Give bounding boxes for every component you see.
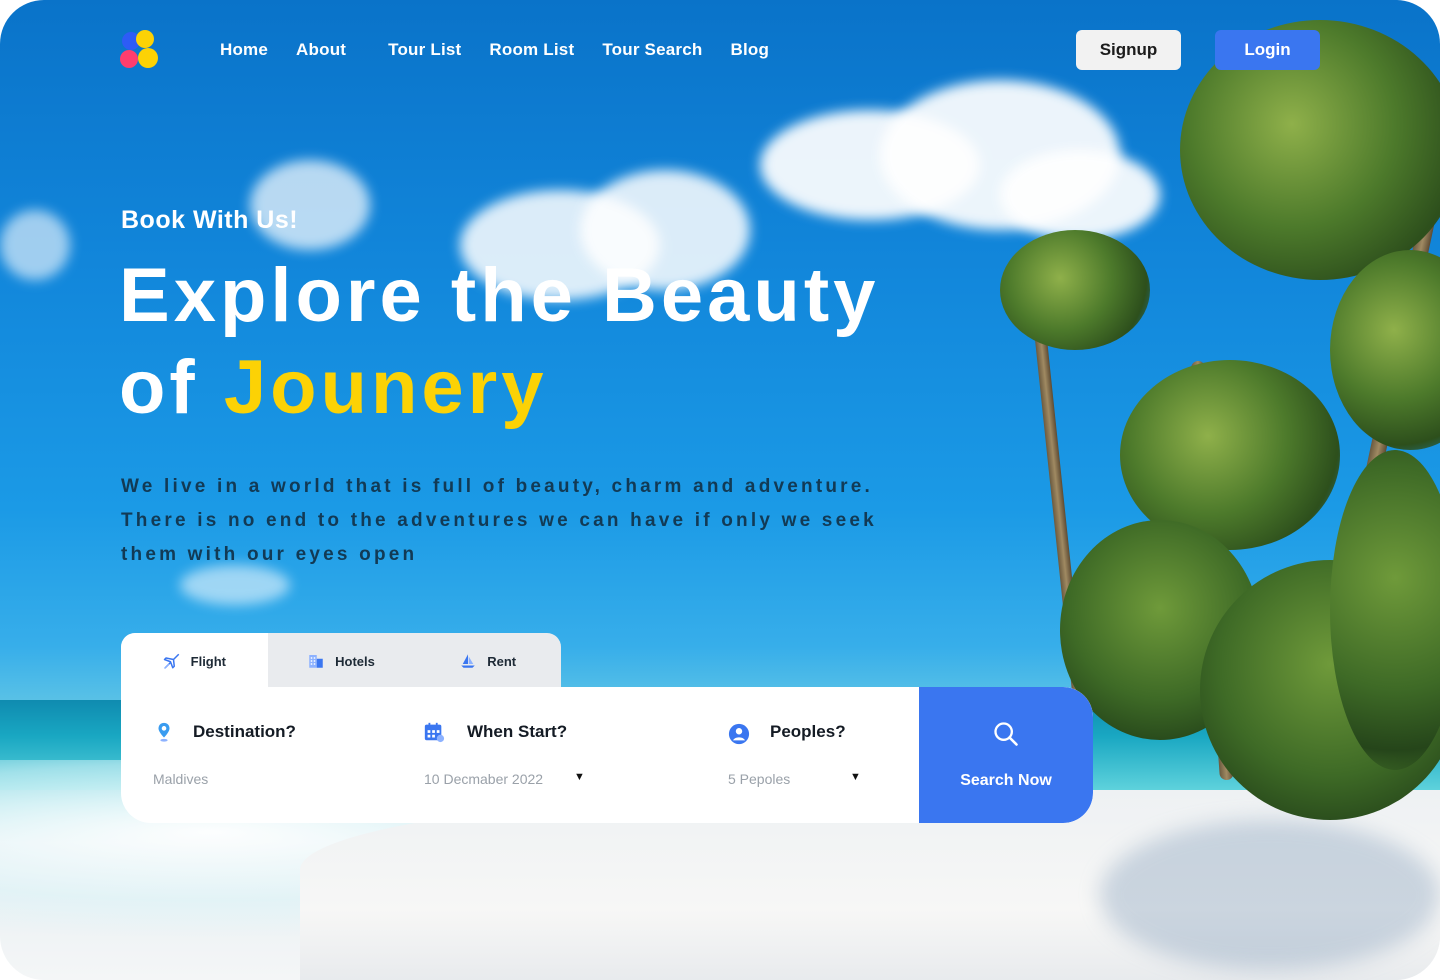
people-field[interactable]: Peoples? 5 Pepoles ▼ (716, 687, 916, 823)
location-pin-icon (158, 722, 170, 742)
start-date-field[interactable]: When Start? 10 Decmaber 2022 ▼ (411, 687, 716, 823)
logo-dot-yellow (138, 48, 158, 68)
headline-line-1: Explore the Beauty (119, 253, 880, 338)
user-icon (728, 723, 750, 745)
tab-hotels[interactable]: Hotels (268, 633, 415, 689)
hero-headline: Explore the Beauty of Jounery (119, 250, 879, 434)
tab-flight[interactable]: Flight (121, 633, 268, 689)
top-navigation: Home About Tour List Room List Tour Sear… (120, 30, 1320, 70)
start-date-label: When Start? (467, 722, 568, 741)
hero-tagline: Book With Us! (121, 206, 299, 234)
headline-line-2: of Jounery (119, 342, 879, 434)
tab-rent-label: Rent (487, 653, 517, 669)
destination-value: Maldives (153, 771, 209, 787)
cloud (1000, 150, 1160, 240)
nav-links: Home About Tour List Room List Tour Sear… (220, 40, 769, 60)
cloud (250, 160, 370, 250)
people-value: 5 Pepoles (728, 771, 791, 787)
nav-link-about[interactable]: About (296, 40, 346, 60)
tab-flight-label: Flight (190, 653, 227, 669)
destination-field[interactable]: Destination? Maldives (121, 687, 411, 823)
calendar-icon (424, 722, 445, 743)
hero-description: We live in a world that is full of beaut… (121, 476, 877, 565)
logo-dot-pink (120, 50, 138, 68)
hotel-icon (309, 655, 323, 668)
chevron-down-icon[interactable]: ▼ (574, 771, 585, 783)
logo-dot-yellow (136, 30, 154, 48)
tab-rent[interactable]: Rent (414, 633, 561, 689)
search-now-label: Search Now (960, 772, 1052, 789)
nav-link-room-list[interactable]: Room List (489, 40, 574, 60)
tab-hotels-label: Hotels (335, 653, 375, 669)
nav-link-tour-search[interactable]: Tour Search (602, 40, 702, 60)
boat-icon (461, 654, 475, 668)
cloud (0, 210, 70, 280)
signup-button[interactable]: Signup (1076, 30, 1181, 70)
palm-canopy (1000, 230, 1150, 350)
palm-shadow (1100, 820, 1440, 970)
search-icon (994, 722, 1018, 746)
booking-tabs: Flight Hotels Rent (121, 633, 561, 689)
page: Home About Tour List Room List Tour Sear… (0, 0, 1440, 980)
chevron-down-icon[interactable]: ▼ (850, 771, 861, 783)
booking-form: Destination? Maldives When Start? 10 Dec… (121, 687, 1093, 823)
plane-icon (163, 653, 179, 670)
search-now-button[interactable]: Search Now (919, 687, 1093, 823)
palm-canopy (1330, 250, 1440, 450)
nav-link-tour-list[interactable]: Tour List (388, 40, 461, 60)
people-label: Peoples? (770, 722, 846, 741)
nav-link-home[interactable]: Home (220, 40, 268, 60)
headline-prefix: of (119, 345, 199, 430)
start-date-value: 10 Decmaber 2022 (424, 771, 544, 787)
headline-accent: Jounery (223, 345, 548, 430)
login-button[interactable]: Login (1215, 30, 1320, 70)
destination-label: Destination? (193, 722, 296, 741)
nav-link-blog[interactable]: Blog (730, 40, 769, 60)
brand-logo[interactable] (120, 30, 160, 70)
